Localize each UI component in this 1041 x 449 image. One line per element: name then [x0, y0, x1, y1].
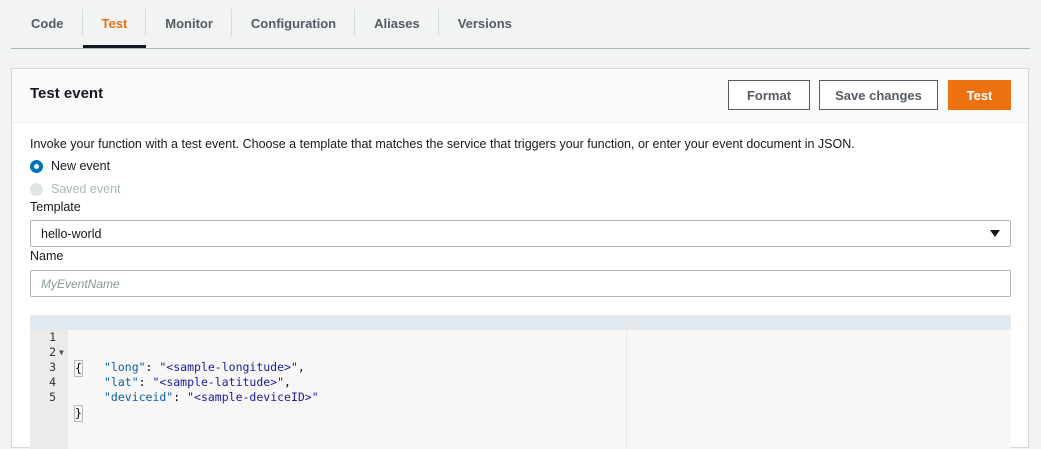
- template-select[interactable]: hello-world: [30, 220, 1011, 247]
- panel-header: Test event Format Save changes Test: [12, 69, 1028, 123]
- template-label: Template: [30, 200, 81, 214]
- json-value: "<sample-latitude>": [152, 375, 285, 389]
- test-event-panel: Test event Format Save changes Test Invo…: [11, 68, 1029, 449]
- code-text: {: [74, 360, 83, 377]
- print-margin: [626, 315, 627, 449]
- panel-title: Test event: [30, 85, 104, 102]
- tab-versions[interactable]: Versions: [439, 0, 531, 47]
- tab-code[interactable]: Code: [11, 0, 83, 47]
- active-line-highlight: [30, 315, 1011, 330]
- tab-configuration[interactable]: Configuration: [232, 0, 356, 47]
- code-line: 4 "deviceid": "<sample-deviceID>": [30, 360, 319, 404]
- event-name-placeholder: MyEventName: [41, 276, 120, 291]
- radio-label: New event: [51, 159, 111, 173]
- code-text: "deviceid": "<sample-deviceID>": [104, 390, 319, 404]
- json-editor[interactable]: 1 ▼ { 2 "long": "<sample-longitude>", 3 …: [30, 315, 1011, 449]
- tab-label: Code: [31, 16, 64, 31]
- new-event-radio[interactable]: New event: [30, 159, 110, 173]
- radio-disabled-icon: [30, 182, 43, 196]
- template-value: hello-world: [41, 226, 102, 241]
- json-key: "lat": [104, 375, 139, 389]
- caret-down-icon: [990, 230, 1000, 237]
- radio-selected-icon[interactable]: [30, 159, 43, 173]
- save-changes-button[interactable]: Save changes: [819, 80, 938, 110]
- format-button[interactable]: Format: [728, 80, 810, 110]
- json-punct: ,: [297, 360, 305, 374]
- code-line: 5 }: [30, 375, 83, 422]
- tab-test[interactable]: Test: [82, 0, 147, 48]
- panel-description: Invoke your function with a test event. …: [30, 137, 855, 151]
- tab-monitor[interactable]: Monitor: [146, 0, 232, 47]
- event-name-input[interactable]: MyEventName: [30, 270, 1011, 297]
- json-value: "<sample-longitude>": [159, 360, 298, 374]
- tab-label: Test: [101, 16, 128, 31]
- tab-bar: Code Test Monitor Configuration Aliases …: [11, 0, 1030, 49]
- code-line: 2 "long": "<sample-longitude>",: [30, 330, 305, 374]
- code-text: }: [74, 405, 83, 422]
- radio-label: Saved event: [51, 182, 121, 196]
- tab-label: Monitor: [165, 16, 213, 31]
- tab-label: Versions: [457, 16, 512, 31]
- json-value: "<sample-deviceID>": [187, 390, 319, 404]
- code-line: 3 "lat": "<sample-latitude>",: [30, 345, 291, 389]
- line-number: 5: [49, 390, 56, 404]
- json-key: "deviceid": [104, 390, 174, 404]
- saved-event-radio: Saved event: [30, 182, 121, 196]
- name-label: Name: [30, 249, 64, 263]
- code-text: "long": "<sample-longitude>",: [104, 360, 305, 374]
- code-line: 1 ▼ {: [30, 315, 83, 377]
- tab-aliases[interactable]: Aliases: [355, 0, 439, 47]
- tab-label: Aliases: [374, 16, 420, 31]
- json-key: "long": [104, 360, 146, 374]
- tab-label: Configuration: [250, 16, 337, 31]
- json-punct: ,: [284, 375, 291, 389]
- test-button[interactable]: Test: [948, 80, 1011, 110]
- code-text: "lat": "<sample-latitude>",: [104, 375, 291, 389]
